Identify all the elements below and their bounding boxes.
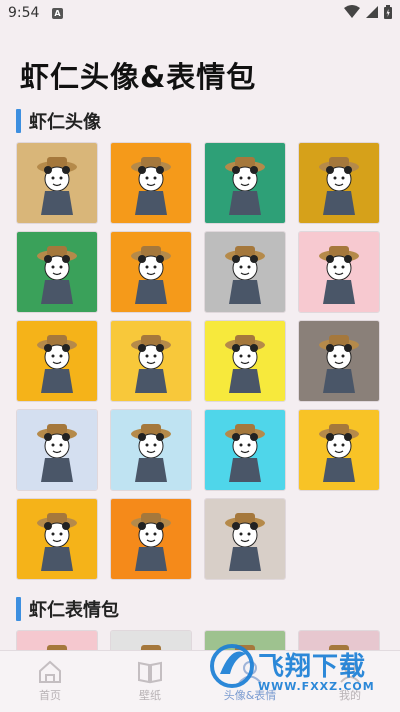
book-icon (138, 661, 162, 684)
avatar-tile[interactable] (110, 231, 192, 313)
avatar-tile[interactable] (298, 142, 380, 224)
avatar-tile[interactable] (204, 231, 286, 313)
section-accent-bar (16, 597, 21, 621)
avatar-image (205, 499, 285, 579)
avatar-image (111, 232, 191, 312)
avatar-tile[interactable] (110, 498, 192, 580)
status-icons (344, 5, 392, 19)
avatar-tile[interactable] (110, 409, 192, 491)
avatar-image (299, 410, 379, 490)
avatar-tile[interactable] (298, 320, 380, 402)
section-header-avatars: 虾仁头像 (16, 108, 101, 134)
avatar-tile[interactable] (204, 320, 286, 402)
avatar-image (111, 143, 191, 223)
avatar-grid (16, 142, 386, 582)
avatar-image (17, 143, 97, 223)
sticker-tile[interactable] (16, 630, 98, 650)
battery-icon (384, 5, 392, 19)
avatar-image (111, 499, 191, 579)
home-icon (39, 660, 61, 683)
section-title: 虾仁表情包 (29, 600, 119, 621)
section-accent-bar (16, 109, 21, 133)
avatar-image (299, 143, 379, 223)
section-header-stickers: 虾仁表情包 (16, 596, 119, 622)
signal-icon (366, 6, 378, 18)
section-title: 虾仁头像 (29, 112, 101, 133)
avatar-tile[interactable] (298, 231, 380, 313)
avatar-image (17, 499, 97, 579)
avatar-image (17, 232, 97, 312)
avatar-image (205, 410, 285, 490)
avatar-tile[interactable] (204, 142, 286, 224)
watermark-logo-icon (210, 644, 254, 688)
avatar-tile[interactable] (16, 320, 98, 402)
sticker-image (111, 631, 191, 650)
notification-badge: A (52, 8, 63, 19)
avatar-tile[interactable] (298, 409, 380, 491)
avatar-image (205, 321, 285, 401)
watermark-text: 飞翔下载 (258, 652, 367, 682)
avatar-tile[interactable] (16, 231, 98, 313)
avatar-tile[interactable] (110, 142, 192, 224)
watermark-url: WWW.FXXZ.COM (258, 680, 375, 693)
avatar-tile[interactable] (110, 320, 192, 402)
sticker-image (17, 631, 97, 650)
sticker-tile[interactable] (110, 630, 192, 650)
status-bar: 9:54 A (0, 0, 400, 28)
status-time: 9:54 (8, 5, 40, 21)
avatar-image (299, 232, 379, 312)
avatar-image (205, 143, 285, 223)
page-title: 虾仁头像&表情包 (20, 60, 257, 94)
nav-label: 首页 (39, 689, 61, 702)
nav-item-wallpaper[interactable]: 壁纸 (100, 651, 200, 712)
avatar-tile[interactable] (16, 409, 98, 491)
nav-item-home[interactable]: 首页 (0, 651, 100, 712)
avatar-tile[interactable] (204, 498, 286, 580)
wifi-icon (344, 5, 360, 18)
avatar-image (111, 410, 191, 490)
avatar-image (299, 321, 379, 401)
watermark: 飞翔下载 WWW.FXXZ.COM (210, 640, 400, 700)
avatar-image (111, 321, 191, 401)
avatar-tile[interactable] (204, 409, 286, 491)
avatar-image (17, 321, 97, 401)
avatar-tile[interactable] (16, 142, 98, 224)
avatar-image (17, 410, 97, 490)
avatar-tile[interactable] (16, 498, 98, 580)
nav-label: 壁纸 (139, 689, 161, 702)
avatar-image (205, 232, 285, 312)
